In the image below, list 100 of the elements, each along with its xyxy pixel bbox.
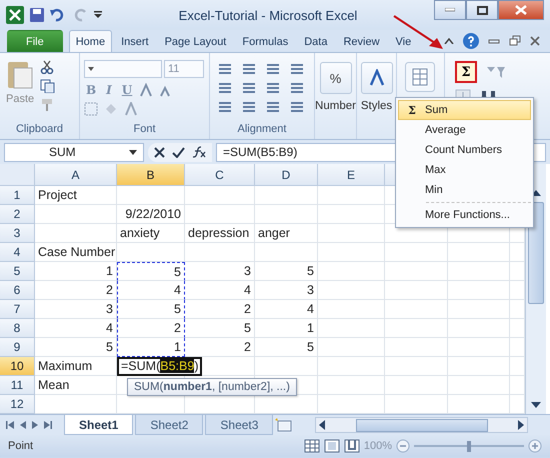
align-icon[interactable] xyxy=(290,62,304,76)
align-icon[interactable] xyxy=(290,81,304,95)
align-icon[interactable] xyxy=(242,62,256,76)
table-cell xyxy=(318,376,385,395)
normal-view-icon[interactable] xyxy=(304,439,320,453)
ribbon-tab[interactable]: Home xyxy=(68,30,112,52)
ribbon-tab[interactable]: Review xyxy=(336,30,387,52)
page-layout-icon[interactable] xyxy=(324,439,340,453)
name-box[interactable]: SUM xyxy=(4,142,144,162)
align-icon[interactable] xyxy=(218,81,232,95)
menu-item[interactable]: More Functions... xyxy=(398,205,531,225)
pointer-arrow xyxy=(393,15,445,51)
insert-function-icon[interactable] xyxy=(192,146,206,158)
scissors-icon[interactable] xyxy=(40,60,54,74)
maximize-button[interactable] xyxy=(466,0,498,20)
column-header[interactable]: B xyxy=(117,164,185,186)
horizontal-scrollbar[interactable] xyxy=(315,417,528,433)
ribbon-tab[interactable]: Data xyxy=(297,30,334,52)
sheet-nav-icon[interactable] xyxy=(6,420,16,430)
zoom-out-icon[interactable] xyxy=(396,439,410,453)
menu-item[interactable]: Σ Sum xyxy=(398,100,531,120)
row-header[interactable]: 1 xyxy=(0,186,35,205)
align-icon[interactable] xyxy=(266,100,280,114)
minimize-icon[interactable] xyxy=(488,37,500,45)
row-header[interactable]: 12 xyxy=(0,395,35,414)
align-icon[interactable] xyxy=(266,62,280,76)
font-color-icon[interactable] xyxy=(124,102,138,116)
row-header[interactable]: 11 xyxy=(0,376,35,395)
scrollbar-thumb[interactable] xyxy=(356,418,488,432)
sheet-tab[interactable]: Sheet3 xyxy=(205,415,274,435)
row-header[interactable]: 10 xyxy=(0,357,35,376)
row-header[interactable]: 2 xyxy=(0,205,35,224)
column-header[interactable]: A xyxy=(35,164,117,186)
menu-item[interactable]: Max xyxy=(398,160,531,180)
page-break-icon[interactable] xyxy=(344,439,360,453)
insert-sheet-icon[interactable] xyxy=(275,418,294,432)
row-header[interactable]: 8 xyxy=(0,319,35,338)
sheet-tab[interactable]: Sheet1 xyxy=(64,415,134,435)
grow-font-icon[interactable] xyxy=(140,83,154,97)
format-painter-icon[interactable] xyxy=(40,98,54,112)
row-header[interactable]: 3 xyxy=(0,224,35,243)
align-icon[interactable] xyxy=(242,100,256,114)
excel-logo-icon[interactable] xyxy=(6,6,24,24)
save-icon[interactable] xyxy=(30,8,44,22)
file-tab[interactable]: File xyxy=(7,30,63,52)
customize-icon[interactable] xyxy=(94,11,102,19)
undo-icon[interactable] xyxy=(50,8,66,22)
close-button[interactable] xyxy=(498,0,544,20)
cancel-icon[interactable] xyxy=(154,146,165,158)
table-cell: 1 xyxy=(35,262,117,281)
number-format-button[interactable]: % Number xyxy=(315,56,356,112)
menu-item[interactable]: Count Numbers xyxy=(398,140,531,160)
cells-icon[interactable] xyxy=(405,62,435,92)
ribbon-tab[interactable]: Formulas xyxy=(235,30,296,52)
font-name-field[interactable] xyxy=(84,60,162,78)
column-header[interactable]: C xyxy=(185,164,255,186)
table-cell xyxy=(255,357,318,376)
styles-button[interactable]: Styles xyxy=(357,56,396,112)
menu-item[interactable]: Min xyxy=(398,180,531,200)
collapse-ribbon-icon[interactable] xyxy=(444,38,454,44)
scroll-right-icon[interactable] xyxy=(518,420,524,430)
sheet-tab[interactable]: Sheet2 xyxy=(135,415,204,435)
column-header[interactable]: E xyxy=(318,164,385,186)
align-icon[interactable] xyxy=(266,81,280,95)
align-icon[interactable] xyxy=(242,81,256,95)
row-header[interactable]: 7 xyxy=(0,300,35,319)
fill-color-icon[interactable] xyxy=(104,102,118,116)
scroll-left-icon[interactable] xyxy=(319,420,325,430)
help-icon[interactable] xyxy=(463,33,479,49)
column-header[interactable]: D xyxy=(255,164,318,186)
cell-editor[interactable]: =SUM(B5:B9) xyxy=(117,356,202,376)
restore-icon[interactable] xyxy=(509,35,521,47)
close-icon[interactable] xyxy=(530,36,540,46)
scrollbar-thumb[interactable] xyxy=(528,202,544,304)
enter-icon[interactable] xyxy=(172,146,185,158)
scroll-down-icon[interactable] xyxy=(531,402,541,408)
table-cell xyxy=(385,262,448,281)
align-icon[interactable] xyxy=(218,100,232,114)
menu-item[interactable]: Average xyxy=(398,120,531,140)
ribbon-tab[interactable]: Vie xyxy=(388,30,418,52)
row-header[interactable]: 9 xyxy=(0,338,35,357)
table-cell xyxy=(385,376,448,395)
align-icon[interactable] xyxy=(218,62,232,76)
align-icon[interactable] xyxy=(290,100,304,114)
status-mode: Point xyxy=(8,440,34,452)
table-cell xyxy=(318,262,385,281)
sheet-nav-icon[interactable] xyxy=(42,420,52,430)
sort-filter-icon[interactable] xyxy=(485,64,507,80)
row-header[interactable]: 6 xyxy=(0,281,35,300)
table-cell: 2 xyxy=(35,281,117,300)
autosum-button[interactable]: Σ xyxy=(455,61,477,83)
row-header[interactable]: 4 xyxy=(0,243,35,262)
ribbon-tab[interactable]: Page Layout xyxy=(158,30,234,52)
zoom-in-icon[interactable] xyxy=(528,439,542,453)
table-cell: 5 xyxy=(35,338,117,357)
table-cell xyxy=(255,243,318,262)
table-cell xyxy=(448,338,510,357)
borders-icon[interactable] xyxy=(84,102,98,116)
row-header[interactable]: 5 xyxy=(0,262,35,281)
ribbon-tab[interactable]: Insert xyxy=(114,30,156,52)
